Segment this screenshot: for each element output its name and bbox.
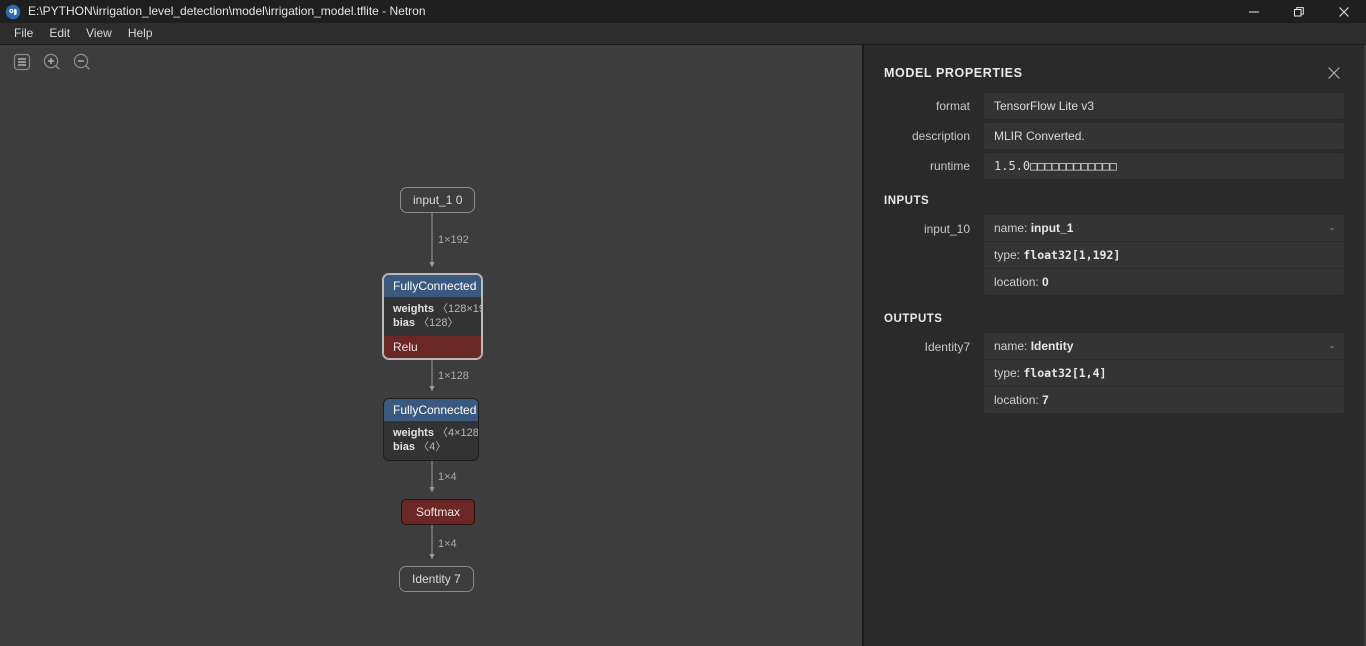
edge-label-3: 1×4 — [438, 471, 457, 483]
graph-node-output[interactable]: Identity 7 — [399, 566, 474, 592]
close-button[interactable] — [1321, 0, 1366, 23]
graph-canvas[interactable]: input_1 0 1×192 FullyConnected weights 〈… — [0, 45, 864, 646]
menu-item-edit[interactable]: Edit — [41, 23, 78, 44]
tensor-line-type: type: float32[1,192] — [984, 242, 1344, 269]
property-label: format — [884, 93, 984, 113]
tensor-details: name: input_1 - type: float32[1,192] loc… — [984, 215, 1344, 295]
section-title-outputs: OUTPUTS — [864, 301, 1364, 333]
property-label: description — [884, 123, 984, 143]
tensor-line-location: location: 7 — [984, 387, 1344, 413]
tensor-line-name[interactable]: name: input_1 - — [984, 215, 1344, 242]
property-row-format: format TensorFlow Lite v3 — [884, 93, 1344, 119]
tensor-line-location: location: 0 — [984, 269, 1344, 295]
minimize-button[interactable] — [1231, 0, 1276, 23]
graph-node-label: Identity 7 — [412, 572, 461, 586]
property-value: TensorFlow Lite v3 — [984, 93, 1344, 119]
menu-bar: File Edit View Help — [0, 23, 1366, 45]
graph-node-activation: Relu — [384, 336, 481, 358]
window-title-bar: E:\PYTHON\irrigation_level_detection\mod… — [0, 0, 1366, 23]
graph-node-fullyconnected-1[interactable]: FullyConnected weights 〈128×192〉 bias 〈1… — [383, 274, 482, 359]
graph-node-attr-weights: weights 〈4×128〉 — [393, 426, 469, 440]
panel-title: MODEL PROPERTIES — [884, 66, 1023, 80]
property-row-description: description MLIR Converted. — [884, 123, 1344, 149]
panel-header: MODEL PROPERTIES — [864, 45, 1364, 93]
graph-node-input[interactable]: input_1 0 — [400, 187, 475, 213]
property-label: runtime — [884, 153, 984, 173]
graph-node-label: input_1 0 — [413, 193, 462, 207]
graph-node-header: FullyConnected — [384, 275, 481, 297]
restore-button[interactable] — [1276, 0, 1321, 23]
graph-node-fullyconnected-2[interactable]: FullyConnected weights 〈4×128〉 bias 〈4〉 — [383, 398, 479, 461]
tensor-row-output: Identity7 name: Identity - type: float32… — [884, 333, 1344, 413]
graph-node-attributes: weights 〈128×192〉 bias 〈128〉 — [384, 297, 481, 336]
tensor-line-content: type: float32[1,4] — [994, 366, 1106, 380]
model-graph: input_1 0 1×192 FullyConnected weights 〈… — [0, 45, 864, 646]
tensor-label: input_10 — [884, 215, 984, 236]
model-properties-panel: MODEL PROPERTIES format TensorFlow Lite … — [864, 45, 1364, 646]
tensor-details: name: Identity - type: float32[1,4] loca… — [984, 333, 1344, 413]
graph-node-header: FullyConnected — [384, 399, 478, 421]
property-value: MLIR Converted. — [984, 123, 1344, 149]
graph-node-attr-bias: bias 〈128〉 — [393, 316, 472, 330]
tensor-line-content: location: 7 — [994, 393, 1049, 407]
netron-logo-icon — [5, 4, 21, 20]
workspace: input_1 0 1×192 FullyConnected weights 〈… — [0, 45, 1366, 646]
tensor-line-type: type: float32[1,4] — [984, 360, 1344, 387]
graph-node-softmax[interactable]: Softmax — [401, 499, 475, 525]
close-icon[interactable] — [1324, 63, 1344, 83]
edge-label-2: 1×128 — [438, 370, 469, 382]
graph-node-attributes: weights 〈4×128〉 bias 〈4〉 — [384, 421, 478, 460]
tensor-line-name[interactable]: name: Identity - — [984, 333, 1344, 360]
property-value: 1.5.0□□□□□□□□□□□□ — [984, 153, 1344, 179]
tensor-line-content: name: input_1 — [994, 221, 1073, 235]
collapse-toggle[interactable]: - — [1322, 221, 1334, 235]
edge-label-1: 1×192 — [438, 234, 469, 246]
window-controls — [1231, 0, 1366, 23]
menu-item-file[interactable]: File — [6, 23, 41, 44]
graph-node-attr-bias: bias 〈4〉 — [393, 440, 469, 454]
tensor-line-content: name: Identity — [994, 339, 1073, 353]
window-title: E:\PYTHON\irrigation_level_detection\mod… — [28, 0, 426, 23]
tensor-label: Identity7 — [884, 333, 984, 354]
graph-node-attr-weights: weights 〈128×192〉 — [393, 302, 472, 316]
tensor-row-input: input_10 name: input_1 - type: float32[1… — [884, 215, 1344, 295]
tensor-line-content: type: float32[1,192] — [994, 248, 1120, 262]
menu-item-view[interactable]: View — [78, 23, 120, 44]
property-row-runtime: runtime 1.5.0□□□□□□□□□□□□ — [884, 153, 1344, 179]
section-title-inputs: INPUTS — [864, 183, 1364, 215]
menu-item-help[interactable]: Help — [120, 23, 161, 44]
graph-node-label: Softmax — [416, 505, 460, 519]
tensor-line-content: location: 0 — [994, 275, 1049, 289]
collapse-toggle[interactable]: - — [1322, 339, 1334, 353]
edge-label-4: 1×4 — [438, 538, 457, 550]
